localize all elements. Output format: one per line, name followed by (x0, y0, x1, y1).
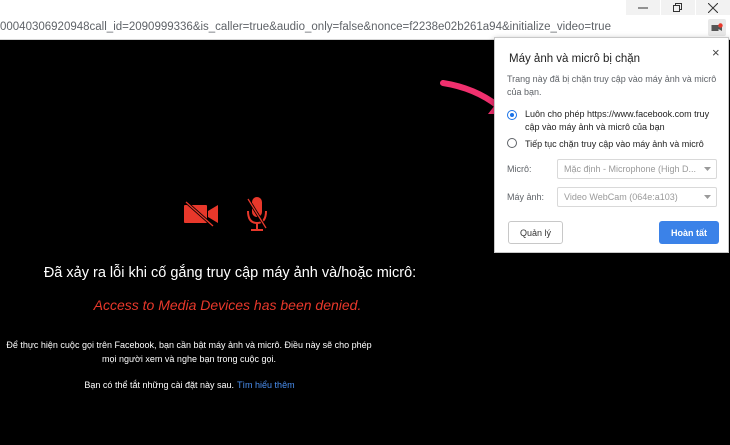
camera-select[interactable]: Video WebCam (064e:a103) (557, 187, 717, 207)
error-description-line: Để thực hiện cuộc gọi trên Facebook, bạn… (6, 340, 372, 350)
chevron-down-icon (704, 195, 711, 199)
camera-label: Máy ảnh: (507, 192, 545, 202)
settings-note-text: Bạn có thể tắt những cài đặt này sau. (84, 380, 235, 390)
popup-description: Trang này đã bị chặn truy cập vào máy ản… (507, 74, 717, 97)
microphone-off-icon (246, 197, 268, 231)
error-title: Đã xảy ra lỗi khi cố gắng truy cập máy ả… (43, 265, 417, 281)
chevron-down-icon (704, 167, 711, 171)
minimize-icon (638, 7, 648, 8)
camera-select-value: Video WebCam (064e:a103) (564, 192, 678, 202)
url-text[interactable]: 00040306920948call_id=2090999336&is_call… (0, 21, 611, 33)
allow-option-label[interactable]: Luôn cho phép https://www.facebook.com t… (525, 108, 721, 134)
maximize-button[interactable] (661, 0, 695, 15)
manage-button[interactable]: Quản lý (508, 221, 563, 244)
close-window-button[interactable] (696, 0, 730, 15)
minimize-button[interactable] (626, 0, 660, 15)
microphone-select-value: Mặc định - Microphone (High D... (564, 164, 697, 174)
microphone-select[interactable]: Mặc định - Microphone (High D... (557, 159, 717, 179)
camera-blocked-icon (711, 22, 723, 31)
settings-note: Bạn có thể tắt những cài đặt này sau. Tìm… (0, 380, 379, 390)
learn-more-link[interactable]: Tìm hiểu thêm (237, 380, 295, 390)
error-subtitle: Access to Media Devices has been denied. (93, 297, 362, 313)
popup-close-button[interactable]: × (712, 45, 720, 60)
microphone-label: Micrô: (507, 164, 532, 174)
block-option-label[interactable]: Tiếp tục chặn truy cập vào máy ảnh và mi… (525, 138, 721, 151)
camera-off-icon (184, 201, 218, 227)
permission-popup: Máy ảnh và micrô bị chặn × Trang này đã … (494, 37, 729, 253)
allow-radio[interactable] (507, 110, 517, 120)
done-button[interactable]: Hoàn tất (659, 221, 719, 244)
close-icon (708, 2, 718, 13)
camera-blocked-button[interactable] (708, 19, 726, 36)
restore-icon (673, 2, 682, 12)
error-description-line: mọi người xem và nghe bạn trong cuộc gọi… (101, 354, 277, 364)
error-description: Để thực hiện cuộc gọi trên Facebook, bạn… (0, 338, 378, 366)
block-radio[interactable] (507, 138, 517, 148)
title-bar (0, 0, 730, 15)
popup-title: Máy ảnh và micrô bị chặn (509, 53, 641, 65)
browser-window: 00040306920948call_id=2090999336&is_call… (0, 0, 730, 445)
